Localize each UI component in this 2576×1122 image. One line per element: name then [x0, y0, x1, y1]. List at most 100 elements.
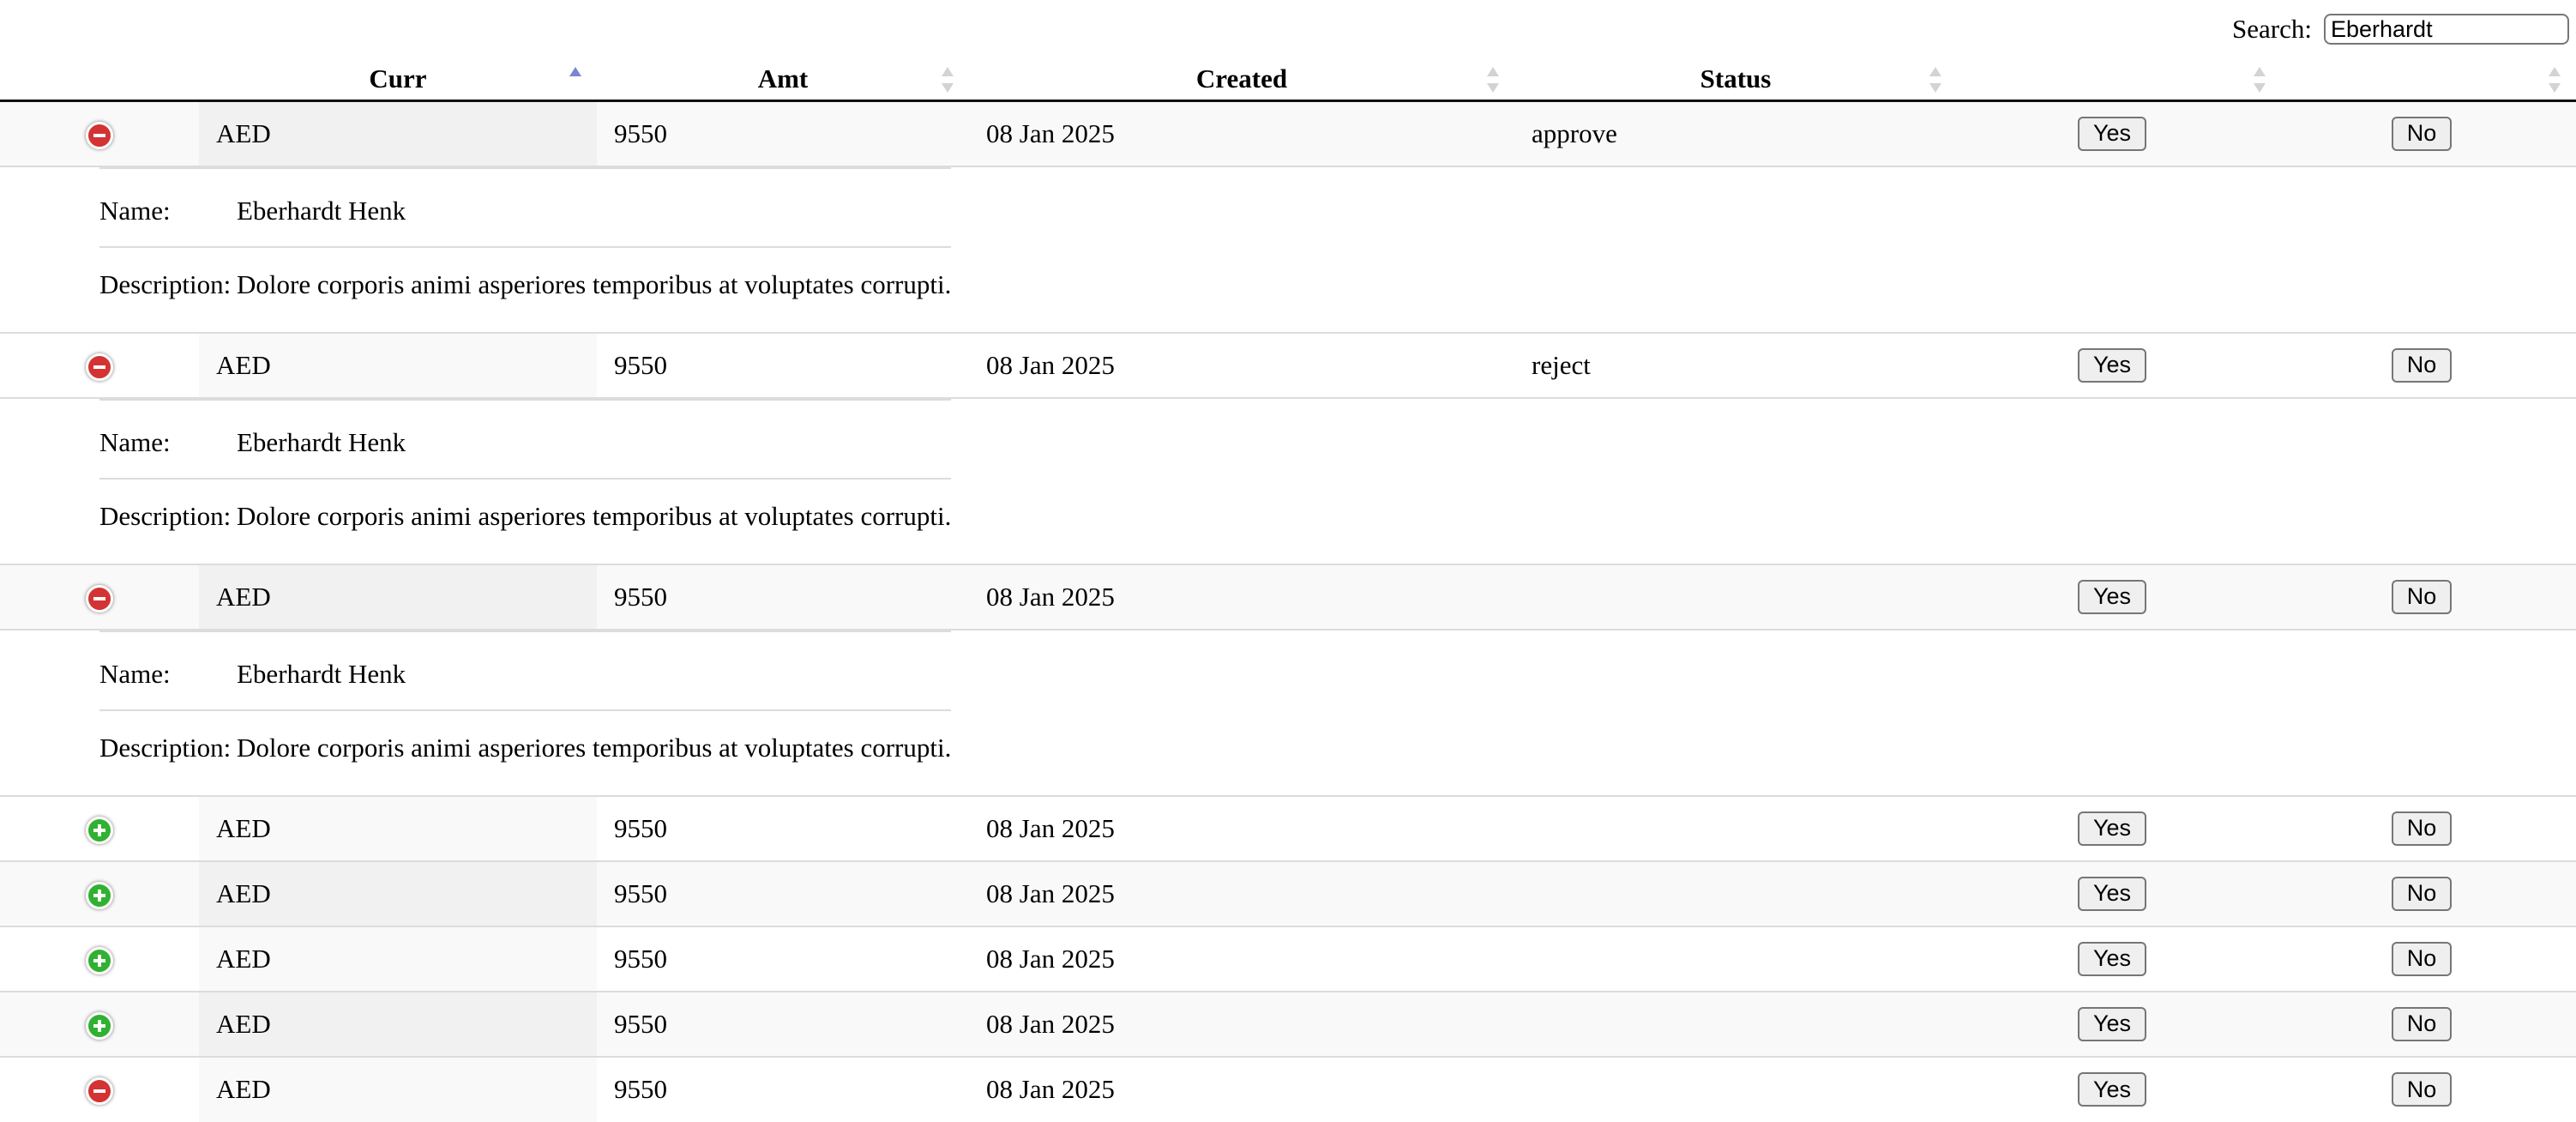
row-toggle-cell	[0, 860, 199, 926]
table-row: AED 9550 08 Jan 2025 reject Yes No	[0, 331, 2576, 398]
table-row: AED 9550 08 Jan 2025 Yes No	[0, 925, 2576, 992]
detail-description-value: Dolore corporis animi asperiores tempori…	[237, 709, 952, 795]
cell-amt: 9550	[597, 794, 969, 861]
cell-created: 08 Jan 2025	[969, 794, 1514, 861]
column-header-label: Amt	[757, 63, 809, 94]
collapse-row-icon[interactable]	[86, 122, 113, 150]
collapse-row-icon[interactable]	[86, 1077, 113, 1106]
no-button[interactable]: No	[2391, 116, 2453, 151]
expand-row-icon[interactable]	[86, 881, 113, 909]
no-button[interactable]: No	[2391, 941, 2453, 976]
no-button[interactable]: No	[2391, 1072, 2453, 1107]
column-header-yes-action[interactable]	[1957, 58, 2281, 102]
cell-status	[1514, 1055, 1957, 1122]
row-details-cell: Name: Eberhardt Henk Description: Dolore co…	[0, 165, 2576, 333]
column-header-control	[0, 58, 199, 102]
detail-row-name: Name: Eberhardt Henk	[99, 630, 952, 711]
column-header-status[interactable]: Status	[1514, 58, 1957, 102]
sort-icon	[942, 67, 954, 93]
detail-name-value: Eberhardt Henk	[237, 398, 952, 480]
details-table: Name: Eberhardt Henk Description: Dolore co…	[99, 166, 952, 332]
cell-created: 08 Jan 2025	[969, 1055, 1514, 1122]
cell-amt: 9550	[597, 1055, 969, 1122]
column-header-no-action[interactable]	[2281, 58, 2576, 102]
cell-no: No	[2281, 990, 2576, 1057]
column-header-curr[interactable]: Curr	[199, 58, 597, 102]
row-details-cell: Name: Eberhardt Henk Description: Dolore co…	[0, 396, 2576, 564]
detail-row-name: Name: Eberhardt Henk	[99, 166, 952, 248]
yes-button[interactable]: Yes	[2077, 347, 2147, 383]
details-table: Name: Eberhardt Henk Description: Dolore co…	[99, 398, 952, 564]
detail-name-label: Name:	[99, 398, 237, 480]
detail-description-label: Description:	[99, 477, 237, 564]
cell-yes: Yes	[1957, 990, 2281, 1057]
detail-description-value: Dolore corporis animi asperiores tempori…	[237, 477, 952, 564]
yes-button[interactable]: Yes	[2077, 579, 2147, 614]
expand-row-icon[interactable]	[86, 816, 113, 844]
no-button[interactable]: No	[2391, 1006, 2453, 1041]
no-button[interactable]: No	[2391, 811, 2453, 846]
column-header-label: Created	[1195, 63, 1288, 94]
cell-yes: Yes	[1957, 331, 2281, 398]
collapse-row-icon[interactable]	[86, 584, 113, 612]
cell-curr: AED	[199, 794, 597, 861]
yes-button[interactable]: Yes	[2077, 876, 2147, 911]
no-button[interactable]: No	[2391, 347, 2453, 383]
cell-status	[1514, 990, 1957, 1057]
column-header-amt[interactable]: Amt	[597, 58, 969, 102]
detail-row-description: Description: Dolore corporis animi asperi…	[99, 245, 952, 332]
sort-ascending-icon	[569, 67, 581, 93]
row-toggle-cell	[0, 563, 199, 630]
yes-button[interactable]: Yes	[2077, 116, 2147, 151]
cell-curr: AED	[199, 331, 597, 398]
column-header-created[interactable]: Created	[969, 58, 1514, 102]
table-row: AED 9550 08 Jan 2025 Yes No	[0, 563, 2576, 630]
column-header-label: Status	[1700, 63, 1772, 94]
cell-curr: AED	[199, 860, 597, 926]
row-toggle-cell	[0, 925, 199, 992]
detail-description-value: Dolore corporis animi asperiores tempori…	[237, 245, 952, 332]
detail-row-description: Description: Dolore corporis animi asperi…	[99, 709, 952, 795]
cell-curr: AED	[199, 990, 597, 1057]
cell-status	[1514, 860, 1957, 926]
table-row: AED 9550 08 Jan 2025 Yes No	[0, 794, 2576, 861]
yes-button[interactable]: Yes	[2077, 811, 2147, 846]
cell-curr: AED	[199, 563, 597, 630]
detail-name-label: Name:	[99, 630, 237, 711]
cell-created: 08 Jan 2025	[969, 100, 1514, 166]
cell-status	[1514, 563, 1957, 630]
search-input[interactable]	[2324, 14, 2569, 45]
sort-icon	[1929, 67, 1941, 93]
table-row: AED 9550 08 Jan 2025 Yes No	[0, 1055, 2576, 1122]
cell-curr: AED	[199, 1055, 597, 1122]
cell-status: approve	[1514, 100, 1957, 166]
cell-yes: Yes	[1957, 860, 2281, 926]
expand-row-icon[interactable]	[86, 1011, 113, 1040]
detail-row-description: Description: Dolore corporis animi asperi…	[99, 477, 952, 564]
row-toggle-cell	[0, 100, 199, 166]
search-bar: Search:	[2232, 0, 2569, 58]
no-button[interactable]: No	[2391, 876, 2453, 911]
yes-button[interactable]: Yes	[2077, 941, 2147, 976]
sort-icon	[1487, 67, 1499, 93]
cell-no: No	[2281, 100, 2576, 166]
cell-amt: 9550	[597, 925, 969, 992]
detail-row-name: Name: Eberhardt Henk	[99, 398, 952, 480]
detail-description-label: Description:	[99, 245, 237, 332]
row-toggle-cell	[0, 990, 199, 1057]
cell-created: 08 Jan 2025	[969, 925, 1514, 992]
yes-button[interactable]: Yes	[2077, 1072, 2147, 1107]
collapse-row-icon[interactable]	[86, 353, 113, 381]
no-button[interactable]: No	[2391, 579, 2453, 614]
yes-button[interactable]: Yes	[2077, 1006, 2147, 1041]
row-toggle-cell	[0, 794, 199, 861]
cell-created: 08 Jan 2025	[969, 990, 1514, 1057]
row-toggle-cell	[0, 1055, 199, 1122]
expand-row-icon[interactable]	[86, 946, 113, 974]
row-details: Name: Eberhardt Henk Description: Dolore co…	[0, 396, 2576, 564]
row-details-cell: Name: Eberhardt Henk Description: Dolore co…	[0, 628, 2576, 796]
detail-description-label: Description:	[99, 709, 237, 795]
detail-name-value: Eberhardt Henk	[237, 166, 952, 248]
table-header-row: Curr Amt Created Status	[0, 58, 2576, 102]
cell-amt: 9550	[597, 860, 969, 926]
